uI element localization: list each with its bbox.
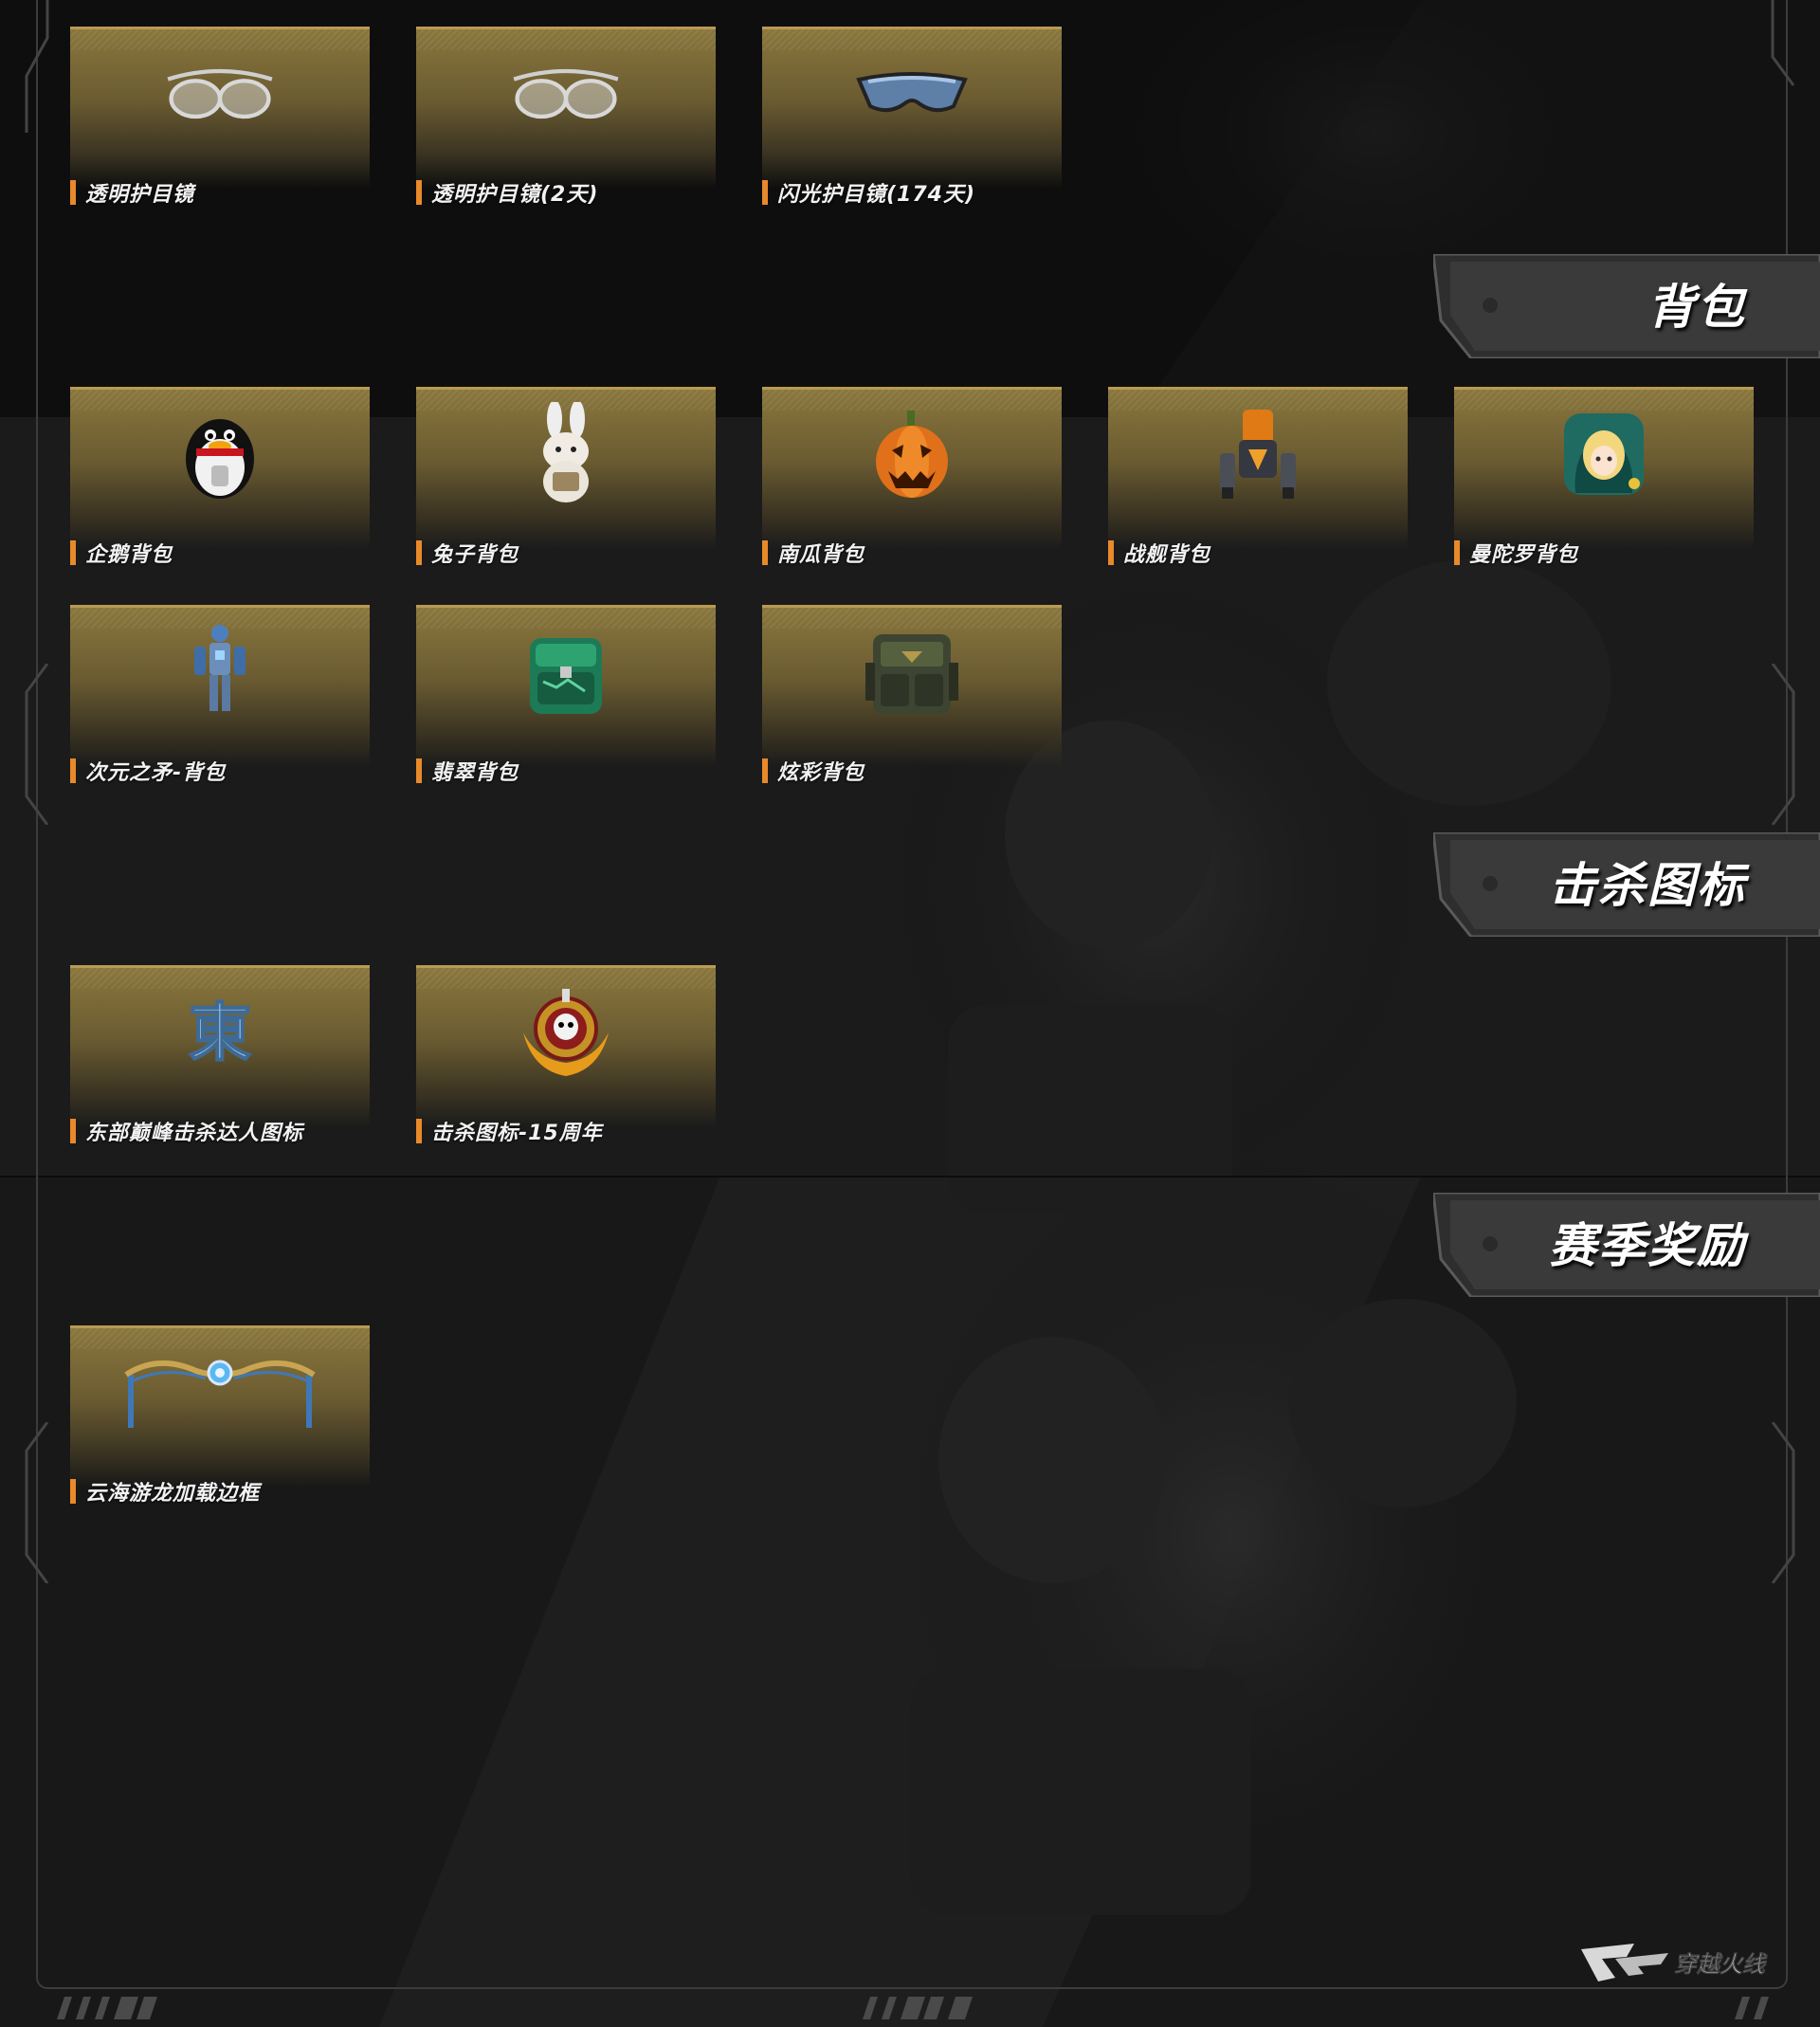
frame-notch [1771, 1422, 1795, 1583]
warship-backpack-icon [1201, 407, 1315, 502]
crossfire-logo: 穿越火线 [1577, 1936, 1786, 1993]
item-label: 曼陀罗背包 [1469, 543, 1579, 567]
item-label: 透明护目镜(2天) [431, 183, 599, 207]
jade-backpack-icon [509, 625, 623, 720]
logo-text: 穿越火线 [1674, 1951, 1768, 1978]
item-card[interactable]: 翡翠背包 [416, 605, 716, 785]
flash-goggles-icon [855, 46, 969, 141]
item-card[interactable]: 炫彩背包 [762, 605, 1062, 785]
section-tab-kill-icon[interactable]: 击杀图标 [1433, 832, 1820, 937]
item-card[interactable]: 東 东部巅峰击杀达人图标 [70, 965, 370, 1145]
item-card[interactable]: 闪光护目镜(174天) [762, 27, 1062, 207]
item-thumbnail [416, 27, 716, 189]
frame-notch [25, 1422, 49, 1583]
penguin-backpack-icon [163, 407, 277, 502]
item-thumbnail [762, 605, 1062, 767]
frame-notch [1771, 664, 1795, 825]
item-card[interactable]: 透明护目镜(2天) [416, 27, 716, 207]
anniversary-kill-icon [509, 985, 623, 1080]
item-card[interactable]: 南瓜背包 [762, 387, 1062, 567]
item-card[interactable]: 兔子背包 [416, 387, 716, 567]
item-label: 炫彩背包 [777, 761, 865, 785]
east-kill-icon: 東 [163, 985, 277, 1080]
item-thumbnail [762, 27, 1062, 189]
item-thumbnail [1108, 387, 1408, 549]
clear-goggles-icon [163, 46, 277, 141]
clear-goggles-icon [509, 46, 623, 141]
item-card[interactable]: 云海游龙加载边框 [70, 1325, 370, 1506]
dimension-spear-backpack-icon [163, 625, 277, 720]
item-label: 南瓜背包 [777, 543, 865, 567]
item-label: 云海游龙加载边框 [85, 1482, 261, 1506]
colorful-backpack-icon [855, 625, 969, 720]
item-card[interactable]: 战舰背包 [1108, 387, 1408, 567]
item-label: 兔子背包 [431, 543, 519, 567]
item-thumbnail [70, 1325, 370, 1488]
item-card[interactable]: 曼陀罗背包 [1454, 387, 1754, 567]
item-card[interactable]: 企鹅背包 [70, 387, 370, 567]
frame-notch [25, 0, 49, 133]
item-label: 翡翠背包 [431, 761, 519, 785]
rabbit-backpack-icon [509, 402, 623, 502]
item-label: 次元之矛-背包 [85, 761, 227, 785]
item-label: 击杀图标-15周年 [431, 1122, 603, 1145]
mandala-backpack-icon [1547, 407, 1661, 502]
item-thumbnail [1454, 387, 1754, 549]
stripe-decoration [57, 1997, 157, 2019]
dragon-loading-frame-icon [116, 1345, 324, 1440]
pumpkin-backpack-icon [855, 407, 969, 502]
stripe-decoration [863, 1997, 973, 2019]
item-label: 战舰背包 [1123, 543, 1211, 567]
svg-text:東: 東 [189, 995, 251, 1069]
item-label: 透明护目镜 [85, 183, 195, 207]
item-thumbnail [70, 27, 370, 189]
item-label: 东部巅峰击杀达人图标 [85, 1122, 304, 1145]
section-tab-season-reward[interactable]: 赛季奖励 [1433, 1193, 1820, 1297]
item-thumbnail [416, 965, 716, 1127]
section-title: 击杀图标 [1549, 858, 1746, 913]
item-thumbnail [416, 387, 716, 549]
section-title: 背包 [1647, 280, 1746, 335]
item-thumbnail: 東 [70, 965, 370, 1127]
item-thumbnail [70, 605, 370, 767]
frame-notch [25, 664, 49, 825]
section-title: 赛季奖励 [1549, 1218, 1746, 1273]
item-thumbnail [762, 387, 1062, 549]
item-label: 闪光护目镜(174天) [777, 183, 976, 207]
stripe-decoration [1735, 1997, 1769, 2019]
section-tab-backpack[interactable]: 背包 [1433, 254, 1820, 358]
item-thumbnail [70, 387, 370, 549]
item-card[interactable]: 透明护目镜 [70, 27, 370, 207]
item-card[interactable]: 次元之矛-背包 [70, 605, 370, 785]
frame-notch [1771, 0, 1795, 86]
item-card[interactable]: 击杀图标-15周年 [416, 965, 716, 1145]
item-label: 企鹅背包 [85, 543, 173, 567]
item-thumbnail [416, 605, 716, 767]
